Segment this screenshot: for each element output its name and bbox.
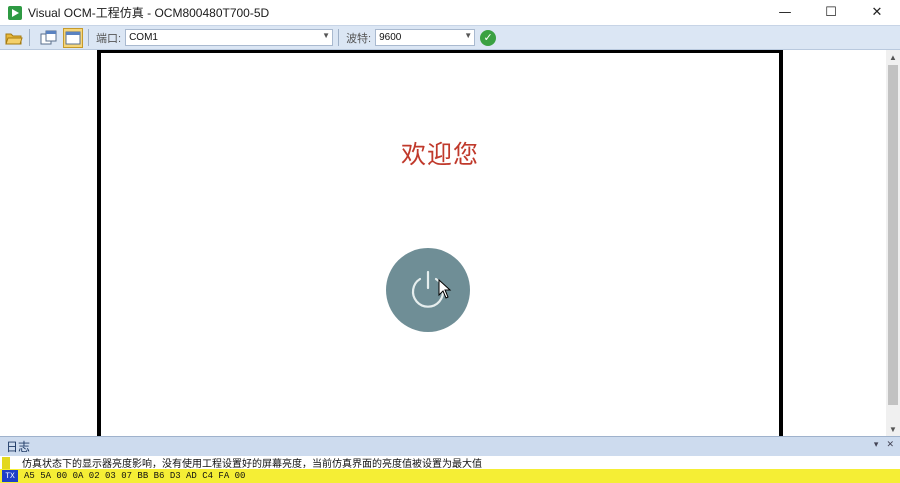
app-window: Visual OCM-工程仿真 - OCM800480T700-5D — ☐ ✕ <box>0 0 900 483</box>
windows-icon[interactable] <box>39 28 59 48</box>
pin-icon[interactable]: ▾ <box>874 439 879 450</box>
workspace: 欢迎您 <box>0 50 886 436</box>
close-icon[interactable]: ✕ <box>886 439 894 450</box>
checkmark-icon[interactable]: ✓ <box>480 29 497 46</box>
toolbar-separator <box>338 29 340 46</box>
close-button[interactable]: ✕ <box>854 0 900 25</box>
toolbar: 端口: COM1 ▼ 波特: 9600 ▼ ✓ <box>0 25 900 50</box>
title-bar: Visual OCM-工程仿真 - OCM800480T700-5D — ☐ ✕ <box>0 0 900 25</box>
port-select[interactable]: COM1 ▼ <box>125 29 334 46</box>
log-panel-header: 日志 ▾ ✕ <box>0 436 900 456</box>
log-title: 日志 <box>6 440 31 454</box>
window-controls: — ☐ ✕ <box>762 0 900 25</box>
window-title: Visual OCM-工程仿真 - OCM800480T700-5D <box>28 6 270 20</box>
port-label: 端口: <box>96 32 122 45</box>
dropdown-arrow-icon: ▼ <box>464 31 473 40</box>
maximize-button[interactable]: ☐ <box>808 0 854 25</box>
folder-open-icon[interactable] <box>4 28 24 48</box>
baud-select[interactable]: 9600 ▼ <box>375 29 476 46</box>
app-icon <box>8 5 22 20</box>
scroll-up-icon[interactable]: ▲ <box>886 50 900 64</box>
minimize-button[interactable]: — <box>762 0 808 25</box>
log-hex-data: A5 5A 00 0A 02 03 07 BB B6 D3 AD C4 FA 0… <box>24 471 246 481</box>
log-entry-tx: TX A5 5A 00 0A 02 03 07 BB B6 D3 AD C4 F… <box>0 469 900 483</box>
baud-label: 波特: <box>346 32 372 45</box>
baud-value: 9600 <box>379 32 402 43</box>
toolbar-separator <box>29 29 30 46</box>
log-entry: 仿真状态下的显示器亮度影响，没有使用工程设置好的屏幕亮度，当前仿真界面的亮度值被… <box>0 456 900 470</box>
toolbar-separator <box>88 29 89 46</box>
power-button[interactable] <box>386 248 470 332</box>
dropdown-arrow-icon: ▼ <box>322 31 331 40</box>
log-panel-tools: ▾ ✕ <box>874 439 894 450</box>
mouse-cursor-icon <box>438 279 452 299</box>
scrollbar-thumb[interactable] <box>888 65 898 405</box>
log-marker-icon <box>2 456 10 469</box>
tx-badge: TX <box>2 470 18 482</box>
simulation-screen: 欢迎您 <box>97 50 783 436</box>
welcome-text: 欢迎您 <box>400 140 479 169</box>
scroll-down-icon[interactable]: ▼ <box>886 422 900 436</box>
vertical-scrollbar[interactable]: ▲ ▼ <box>886 50 900 436</box>
log-message: 仿真状态下的显示器亮度影响，没有使用工程设置好的屏幕亮度，当前仿真界面的亮度值被… <box>22 459 482 470</box>
port-value: COM1 <box>129 32 158 43</box>
screen-view-icon[interactable] <box>63 27 83 48</box>
